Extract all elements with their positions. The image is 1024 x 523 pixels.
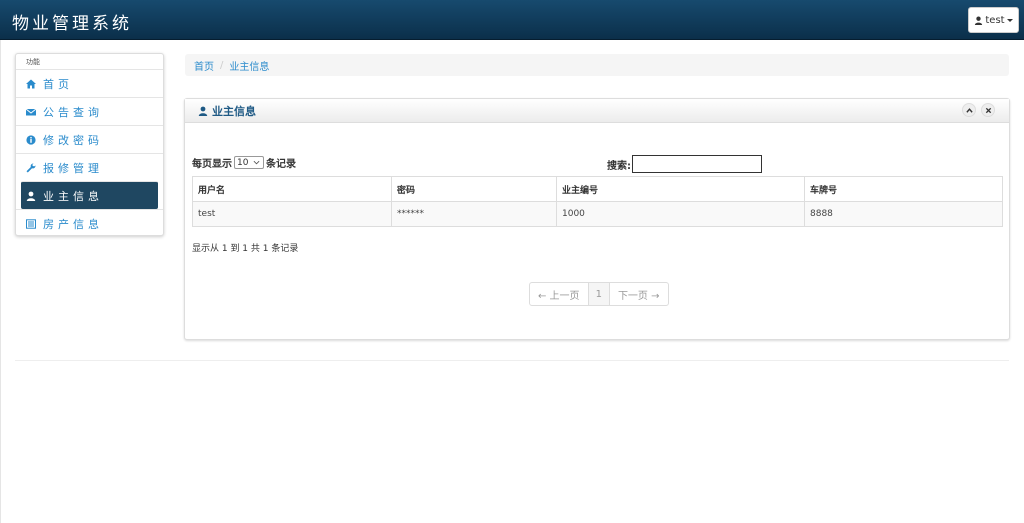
user-icon — [26, 191, 36, 201]
panel-header: 业主信息 — [185, 99, 1009, 123]
top-navbar: 物业管理系统 test — [0, 0, 1024, 40]
table-cell: test — [192, 201, 392, 227]
prev-page-button[interactable]: ← 上一页 — [530, 283, 588, 305]
sidebar-item-owner-info[interactable]: 业主信息 — [21, 181, 158, 209]
length-prefix: 每页显示 — [192, 159, 232, 170]
close-button[interactable] — [981, 103, 995, 117]
page-length-value: 10 — [237, 157, 249, 168]
sidebar-item-password[interactable]: 修改密码 — [16, 125, 163, 153]
table-cell: 8888 — [804, 201, 1003, 227]
sidebar-item-label: 房产信息 — [43, 217, 103, 231]
panel-tools — [962, 103, 995, 117]
sidebar-item-notice[interactable]: 公告查询 — [16, 97, 163, 125]
table-row: test ****** 1000 8888 — [192, 201, 1003, 227]
chevron-down-icon — [253, 160, 260, 165]
page-border — [0, 40, 1, 523]
table-cell: ****** — [391, 201, 557, 227]
sidebar-header: 功能 — [26, 58, 40, 66]
envelope-icon — [26, 107, 36, 117]
collapse-button[interactable] — [962, 103, 976, 117]
info-icon — [26, 134, 36, 145]
breadcrumb-separator: / — [220, 59, 224, 71]
list-icon — [26, 218, 36, 229]
breadcrumb: 首页 / 业主信息 — [185, 54, 1009, 76]
sidebar-item-label: 业主信息 — [43, 189, 103, 203]
user-menu-button[interactable]: test — [968, 7, 1019, 33]
wrench-icon — [26, 162, 36, 173]
table-cell: 1000 — [556, 201, 805, 227]
sidebar-item-repair[interactable]: 报修管理 — [16, 153, 163, 181]
search-control: 搜索: — [607, 155, 762, 173]
length-suffix: 条记录 — [266, 159, 296, 170]
home-icon — [26, 79, 36, 89]
breadcrumb-current[interactable]: 业主信息 — [229, 58, 269, 73]
page-length-control: 每页显示 10 条记录 — [192, 155, 296, 170]
close-icon — [985, 107, 991, 113]
app-title: 物业管理系统 — [12, 14, 132, 34]
column-header-password[interactable]: 密码 — [391, 176, 557, 202]
owner-info-panel: 业主信息 每页显示 10 条记录 搜索: 用户名 密码 业主编号 车牌号 tes… — [184, 98, 1010, 340]
caret-down-icon — [1006, 18, 1013, 22]
user-icon — [975, 16, 983, 25]
sidebar: 功能 首页 公告查询 修改密码 报修管理 业主信息 房产信息 — [15, 53, 164, 236]
sidebar-item-property-info[interactable]: 房产信息 — [16, 209, 163, 237]
user-icon — [198, 106, 208, 116]
sidebar-item-label: 首页 — [43, 77, 73, 91]
page-1-button[interactable]: 1 — [587, 283, 610, 305]
user-name: test — [985, 14, 1005, 26]
breadcrumb-home-link[interactable]: 首页 — [194, 58, 214, 73]
sidebar-item-label: 修改密码 — [43, 133, 103, 147]
search-label: 搜索: — [607, 160, 631, 172]
panel-title: 业主信息 — [212, 104, 256, 118]
footer-divider — [15, 360, 1009, 361]
owner-table: 用户名 密码 业主编号 车牌号 test ****** 1000 8888 — [192, 176, 1003, 227]
pagination: ← 上一页 1 下一页 → — [529, 282, 669, 306]
table-header-row: 用户名 密码 业主编号 车牌号 — [192, 176, 1003, 202]
next-page-button[interactable]: 下一页 → — [610, 283, 668, 305]
column-header-username[interactable]: 用户名 — [192, 176, 392, 202]
column-header-plate[interactable]: 车牌号 — [804, 176, 1003, 202]
chevron-up-icon — [965, 107, 973, 113]
table-info: 显示从 1 到 1 共 1 条记录 — [192, 244, 299, 254]
search-input[interactable] — [632, 155, 762, 173]
sidebar-item-label: 报修管理 — [43, 161, 103, 175]
sidebar-item-label: 公告查询 — [43, 105, 103, 119]
sidebar-item-home[interactable]: 首页 — [16, 69, 163, 97]
page-length-select[interactable]: 10 — [234, 156, 264, 169]
column-header-owner-id[interactable]: 业主编号 — [556, 176, 805, 202]
